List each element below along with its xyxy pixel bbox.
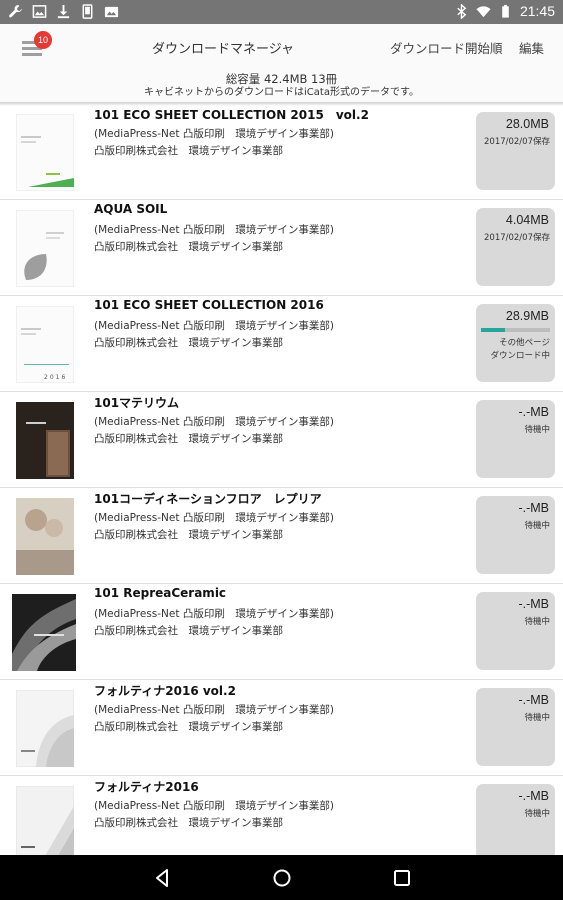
file-size: -.-MB	[518, 501, 549, 515]
file-size: -.-MB	[518, 405, 549, 419]
book-cover-thumbnail	[15, 785, 75, 864]
file-size: 28.9MB	[505, 309, 549, 323]
item-publisher-source: (MediaPress-Net 凸版印刷 環境デザイン事業部)	[94, 512, 334, 524]
book-cover-thumbnail	[16, 402, 74, 479]
item-title: AQUA SOIL	[94, 202, 168, 216]
book-cover-thumbnail	[15, 689, 75, 768]
item-publisher-source: (MediaPress-Net 凸版印刷 環境デザイン事業部)	[94, 608, 334, 620]
download-status-box[interactable]: -.-MB 待機中	[476, 592, 555, 670]
icata-note: キャビネットからのダウンロードはiCata形式のデータです。	[144, 87, 419, 98]
download-list: 101 ECO SHEET COLLECTION 2015 vol.2 (Med…	[0, 104, 563, 871]
book-cover-thumbnail	[15, 209, 75, 288]
status-time: 21:45	[519, 3, 555, 19]
item-title: 101コーディネーションフロア レプリア	[94, 492, 322, 506]
item-publisher: 凸版印刷株式会社 環境デザイン事業部	[94, 721, 283, 733]
book-cover-thumbnail	[16, 498, 74, 575]
download-status-box[interactable]: 28.0MB 2017/02/07保存	[476, 112, 555, 190]
header-shadow	[0, 102, 563, 106]
file-size: 4.04MB	[505, 213, 549, 227]
item-publisher-source: (MediaPress-Net 凸版印刷 環境デザイン事業部)	[94, 224, 334, 236]
svg-text:2016: 2016	[44, 374, 67, 381]
file-size: -.-MB	[518, 789, 549, 803]
item-title: フォルティナ2016 vol.2	[94, 684, 236, 698]
item-title: 101マテリウム	[94, 396, 180, 410]
download-progress-fill	[481, 328, 506, 332]
item-publisher: 凸版印刷株式会社 環境デザイン事業部	[94, 145, 283, 157]
page-title: ダウンロードマネージャ	[152, 42, 295, 57]
download-status: 待機中	[524, 713, 550, 723]
notification-badge: 10	[34, 31, 52, 49]
download-status: 待機中	[524, 809, 550, 819]
bluetooth-icon	[454, 3, 469, 19]
item-publisher: 凸版印刷株式会社 環境デザイン事業部	[94, 433, 283, 445]
wifi-icon	[476, 4, 491, 19]
item-title: 101 ECO SHEET COLLECTION 2016	[94, 298, 324, 312]
download-status: 待機中	[524, 617, 550, 627]
item-title: 101 ECO SHEET COLLECTION 2015 vol.2	[94, 108, 369, 122]
list-item[interactable]: 101 RepreaCeramic (MediaPress-Net 凸版印刷 環…	[0, 584, 563, 680]
download-status-box[interactable]: -.-MB 待機中	[476, 496, 555, 574]
download-status-box[interactable]: 4.04MB 2017/02/07保存	[476, 208, 555, 286]
total-size-label: 総容量 42.4MB 13冊	[225, 72, 338, 86]
item-publisher: 凸版印刷株式会社 環境デザイン事業部	[94, 337, 283, 349]
back-icon[interactable]	[150, 866, 174, 890]
download-status-box[interactable]: -.-MB 待機中	[476, 784, 555, 862]
download-status-box[interactable]: -.-MB 待機中	[476, 400, 555, 478]
item-title: フォルティナ2016	[94, 780, 199, 794]
book-cover-thumbnail	[12, 594, 76, 671]
list-item[interactable]: AQUA SOIL (MediaPress-Net 凸版印刷 環境デザイン事業部…	[0, 200, 563, 296]
saved-date: 2017/02/07保存	[484, 137, 550, 147]
list-item[interactable]: 101コーディネーションフロア レプリア (MediaPress-Net 凸版印…	[0, 488, 563, 584]
download-status-box[interactable]: -.-MB 待機中	[476, 688, 555, 766]
phone-icon	[80, 4, 95, 19]
file-size: -.-MB	[518, 597, 549, 611]
navigation-bar	[0, 855, 563, 900]
item-title: 101 RepreaCeramic	[94, 586, 227, 600]
item-publisher-source: (MediaPress-Net 凸版印刷 環境デザイン事業部)	[94, 320, 334, 332]
list-item[interactable]: 101 ECO SHEET COLLECTION 2015 vol.2 (Med…	[0, 104, 563, 200]
sort-order-button[interactable]: ダウンロード開始順	[390, 38, 503, 57]
photo-icon	[104, 4, 119, 19]
wrench-icon	[8, 4, 23, 19]
image-icon	[32, 4, 47, 19]
status-line-1: その他ページ	[499, 338, 550, 348]
file-size: 28.0MB	[505, 117, 549, 131]
home-icon[interactable]	[270, 866, 294, 890]
item-publisher-source: (MediaPress-Net 凸版印刷 環境デザイン事業部)	[94, 416, 334, 428]
saved-date: 2017/02/07保存	[484, 233, 550, 243]
download-icon	[56, 4, 71, 19]
download-status: 待機中	[524, 425, 550, 435]
item-publisher-source: (MediaPress-Net 凸版印刷 環境デザイン事業部)	[94, 128, 334, 140]
status-line-2: ダウンロード中	[490, 351, 550, 361]
item-publisher: 凸版印刷株式会社 環境デザイン事業部	[94, 817, 283, 829]
file-size: -.-MB	[518, 693, 549, 707]
status-bar: 21:45	[0, 0, 563, 24]
download-status: その他ページ ダウンロード中	[490, 337, 550, 363]
download-status: 待機中	[524, 521, 550, 531]
edit-button[interactable]: 編集	[519, 38, 544, 57]
list-item[interactable]: 101マテリウム (MediaPress-Net 凸版印刷 環境デザイン事業部)…	[0, 392, 563, 488]
battery-icon	[498, 4, 513, 19]
app-bar: 10 ダウンロードマネージャ ダウンロード開始順 編集	[0, 24, 563, 70]
list-item[interactable]: 2016 101 ECO SHEET COLLECTION 2016 (Medi…	[0, 296, 563, 392]
book-cover-thumbnail: 2016	[15, 305, 75, 384]
item-publisher: 凸版印刷株式会社 環境デザイン事業部	[94, 625, 283, 637]
book-cover-thumbnail	[15, 113, 75, 192]
recents-icon[interactable]	[390, 866, 414, 890]
download-progress-bar	[481, 328, 550, 332]
menu-button[interactable]: 10	[20, 31, 52, 60]
summary-header: 総容量 42.4MB 13冊 キャビネットからのダウンロードはiCata形式のデ…	[0, 70, 563, 102]
list-item[interactable]: フォルティナ2016 vol.2 (MediaPress-Net 凸版印刷 環境…	[0, 680, 563, 776]
item-publisher: 凸版印刷株式会社 環境デザイン事業部	[94, 241, 283, 253]
item-publisher-source: (MediaPress-Net 凸版印刷 環境デザイン事業部)	[94, 704, 334, 716]
item-publisher: 凸版印刷株式会社 環境デザイン事業部	[94, 529, 283, 541]
item-publisher-source: (MediaPress-Net 凸版印刷 環境デザイン事業部)	[94, 800, 334, 812]
download-status-box[interactable]: 28.9MB その他ページ ダウンロード中	[476, 304, 555, 382]
